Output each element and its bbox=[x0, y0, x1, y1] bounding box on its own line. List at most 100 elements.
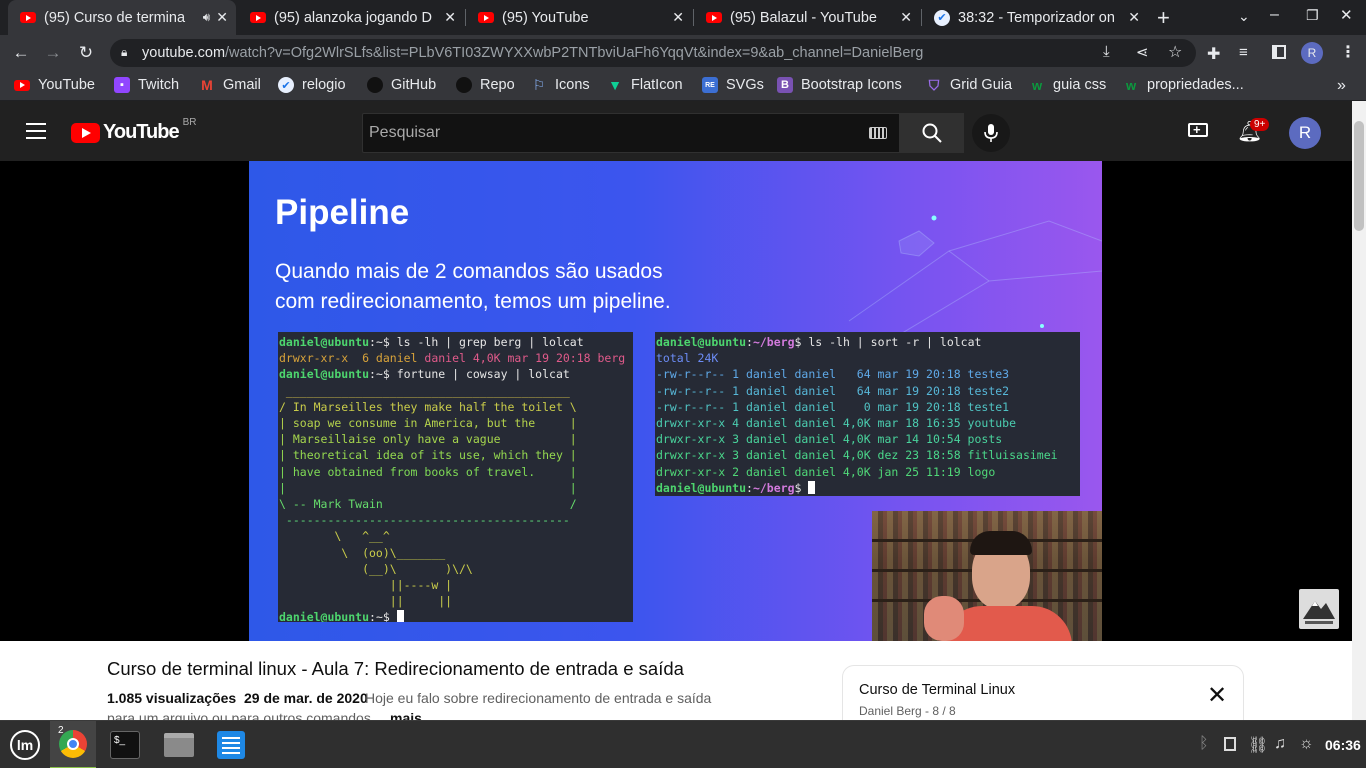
text-editor-taskbar-button[interactable] bbox=[206, 721, 256, 768]
profile-avatar[interactable]: R bbox=[1301, 42, 1323, 64]
close-tab-icon[interactable]: ✕ bbox=[216, 9, 228, 26]
bookmark-grid-guia[interactable]: ⛉ Grid Guia bbox=[926, 76, 1012, 94]
tab-strip: (95) Curso de termina 🔊︎ ✕ (95) alanzoka… bbox=[0, 0, 1366, 35]
extensions-icon[interactable]: ✚ bbox=[1207, 44, 1220, 64]
folder-icon bbox=[164, 733, 194, 757]
video-info-section: Curso de terminal linux - Aula 7: Redire… bbox=[0, 641, 1352, 726]
network-icon[interactable]: ⛓ bbox=[1248, 735, 1268, 755]
tab-balazul[interactable]: (95) Balazul - YouTube ✕ bbox=[694, 0, 920, 35]
video-description[interactable]: Hoje eu falo sobre redirecionamento de e… bbox=[365, 690, 711, 706]
share-icon[interactable]: ⋖ bbox=[1136, 43, 1149, 61]
close-window-icon[interactable]: ✕ bbox=[1340, 6, 1353, 24]
back-icon[interactable]: ← bbox=[8, 40, 34, 66]
bluetooth-icon[interactable]: ᛒ bbox=[1199, 735, 1209, 753]
bookmark-svgs[interactable]: RE SVGs bbox=[702, 77, 764, 93]
bootstrap-icon: B bbox=[777, 77, 793, 93]
speaker-icon[interactable]: 🔊︎ bbox=[203, 10, 211, 25]
webcam-overlay bbox=[872, 511, 1102, 641]
bookmark-youtube[interactable]: YouTube bbox=[14, 77, 95, 93]
playlist-panel: Curso de Terminal Linux Daniel Berg - 8 … bbox=[842, 665, 1244, 720]
minimize-icon[interactable]: – bbox=[1270, 6, 1279, 24]
terminal-icon: $_ bbox=[110, 731, 140, 759]
network-decoration bbox=[848, 215, 1102, 341]
bookmark-relogio[interactable]: ✔ relogio bbox=[278, 77, 346, 93]
tab-title: (95) Balazul - YouTube bbox=[730, 9, 877, 26]
svgrepo-icon: RE bbox=[702, 77, 718, 93]
bookmarks-bar: YouTube ▪ Twitch M Gmail ✔ relogio GitHub R… bbox=[0, 71, 1366, 101]
maximize-icon[interactable]: ❐ bbox=[1306, 7, 1319, 24]
youtube-icon bbox=[14, 77, 30, 93]
close-tab-icon[interactable]: ✕ bbox=[1128, 9, 1140, 26]
bookmark-propriedades[interactable]: w propriedades... bbox=[1123, 77, 1244, 93]
bookmark-repo[interactable]: Repo bbox=[456, 77, 515, 93]
sound-icon[interactable]: ♫ bbox=[1274, 735, 1286, 753]
mint-menu-icon[interactable]: lm bbox=[0, 721, 50, 768]
bookmark-guia-css[interactable]: w guia css bbox=[1029, 77, 1106, 93]
grid-icon: ⛉ bbox=[928, 76, 940, 93]
hamburger-menu-icon[interactable] bbox=[26, 123, 46, 139]
close-playlist-icon[interactable]: ✕ bbox=[1207, 684, 1227, 708]
clipboard-icon[interactable] bbox=[1224, 737, 1236, 751]
install-icon[interactable]: ⤓ bbox=[1103, 43, 1110, 60]
notification-count-badge: 9+ bbox=[1250, 118, 1270, 131]
timer-icon: ✔ bbox=[934, 9, 950, 26]
tab-title: 38:32 - Temporizador on bbox=[958, 9, 1115, 26]
close-tab-icon[interactable]: ✕ bbox=[900, 9, 912, 26]
search-button[interactable] bbox=[900, 113, 964, 153]
bookmark-flaticon[interactable]: ▼ FlatIcon bbox=[607, 77, 683, 93]
taskbar: lm 2 $_ ᛒ ⛓ ♫ ☼ 06:36 bbox=[0, 720, 1366, 768]
youtube-icon bbox=[706, 12, 722, 23]
keyboard-icon[interactable] bbox=[869, 127, 887, 139]
clock[interactable]: 06:36 bbox=[1325, 737, 1361, 753]
github-icon bbox=[456, 77, 472, 93]
tab-curso-terminal[interactable]: (95) Curso de termina 🔊︎ ✕ bbox=[8, 0, 236, 35]
files-taskbar-button[interactable] bbox=[154, 721, 204, 768]
github-icon bbox=[367, 77, 383, 93]
new-tab-icon[interactable]: + bbox=[1157, 5, 1170, 31]
terminal-right: daniel@ubuntu:~/berg$ ls -lh | sort -r |… bbox=[655, 332, 1080, 496]
bookmark-gmail[interactable]: M Gmail bbox=[199, 77, 261, 93]
account-avatar[interactable]: R bbox=[1289, 117, 1321, 149]
window-count-badge: 2 bbox=[58, 725, 64, 736]
bookmark-twitch[interactable]: ▪ Twitch bbox=[114, 77, 179, 93]
page-scrollbar[interactable] bbox=[1352, 101, 1366, 720]
brightness-icon[interactable]: ☼ bbox=[1299, 735, 1314, 753]
bookmark-icons[interactable]: ⚐ Icons bbox=[531, 77, 590, 94]
youtube-icon bbox=[20, 12, 36, 23]
country-code: BR bbox=[182, 117, 197, 128]
tab-youtube[interactable]: (95) YouTube ✕ bbox=[466, 0, 692, 35]
create-video-icon[interactable]: + bbox=[1188, 122, 1208, 137]
close-tab-icon[interactable]: ✕ bbox=[672, 9, 684, 26]
text-editor-icon bbox=[217, 731, 245, 759]
forward-icon[interactable]: → bbox=[40, 40, 66, 66]
more-bookmarks-icon[interactable]: » bbox=[1337, 77, 1346, 95]
side-panel-icon[interactable] bbox=[1272, 45, 1286, 59]
terminal-taskbar-button[interactable]: $_ bbox=[100, 721, 150, 768]
playlist-subtitle: Daniel Berg - 8 / 8 bbox=[859, 704, 956, 718]
tab-search-icon[interactable]: ⌄ bbox=[1238, 8, 1250, 25]
address-bar[interactable]: 🔒︎ youtube.com/watch?v=Ofg2WlrSLfs&list=… bbox=[110, 39, 1196, 67]
youtube-logo[interactable]: YouTube BR bbox=[71, 117, 196, 144]
lock-icon[interactable]: 🔒︎ bbox=[121, 45, 127, 60]
bookmark-star-icon[interactable]: ☆ bbox=[1168, 42, 1182, 62]
close-tab-icon[interactable]: ✕ bbox=[444, 9, 456, 26]
playlist-title[interactable]: Curso de Terminal Linux bbox=[859, 682, 1015, 698]
tab-temporizador[interactable]: ✔ 38:32 - Temporizador on ✕ bbox=[922, 0, 1148, 35]
origamid-icon: w bbox=[1125, 77, 1137, 93]
channel-watermark[interactable] bbox=[1299, 589, 1339, 629]
tab-title: (95) alanzoka jogando D bbox=[274, 9, 432, 26]
reload-icon[interactable]: ↻ bbox=[73, 40, 99, 66]
scrollbar-thumb[interactable] bbox=[1354, 121, 1364, 231]
menu-icon[interactable]: ⋮ bbox=[1340, 42, 1356, 62]
youtube-header: YouTube BR Pesquisar + 🔔︎ 9+ R bbox=[0, 101, 1352, 161]
bookmark-github[interactable]: GitHub bbox=[367, 77, 436, 93]
search-icon bbox=[922, 123, 942, 143]
slide-title: Pipeline bbox=[275, 193, 410, 232]
media-control-icon[interactable]: ≡ bbox=[1239, 44, 1248, 61]
search-input[interactable]: Pesquisar bbox=[362, 113, 900, 153]
video-frame[interactable]: Pipeline Quando mais de 2 comandos são u… bbox=[249, 161, 1102, 641]
chrome-taskbar-button[interactable]: 2 bbox=[50, 721, 96, 768]
voice-search-button[interactable] bbox=[972, 114, 1010, 152]
bookmark-bootstrap-icons[interactable]: B Bootstrap Icons bbox=[777, 77, 902, 93]
tab-alanzoka[interactable]: (95) alanzoka jogando D ✕ bbox=[238, 0, 464, 35]
